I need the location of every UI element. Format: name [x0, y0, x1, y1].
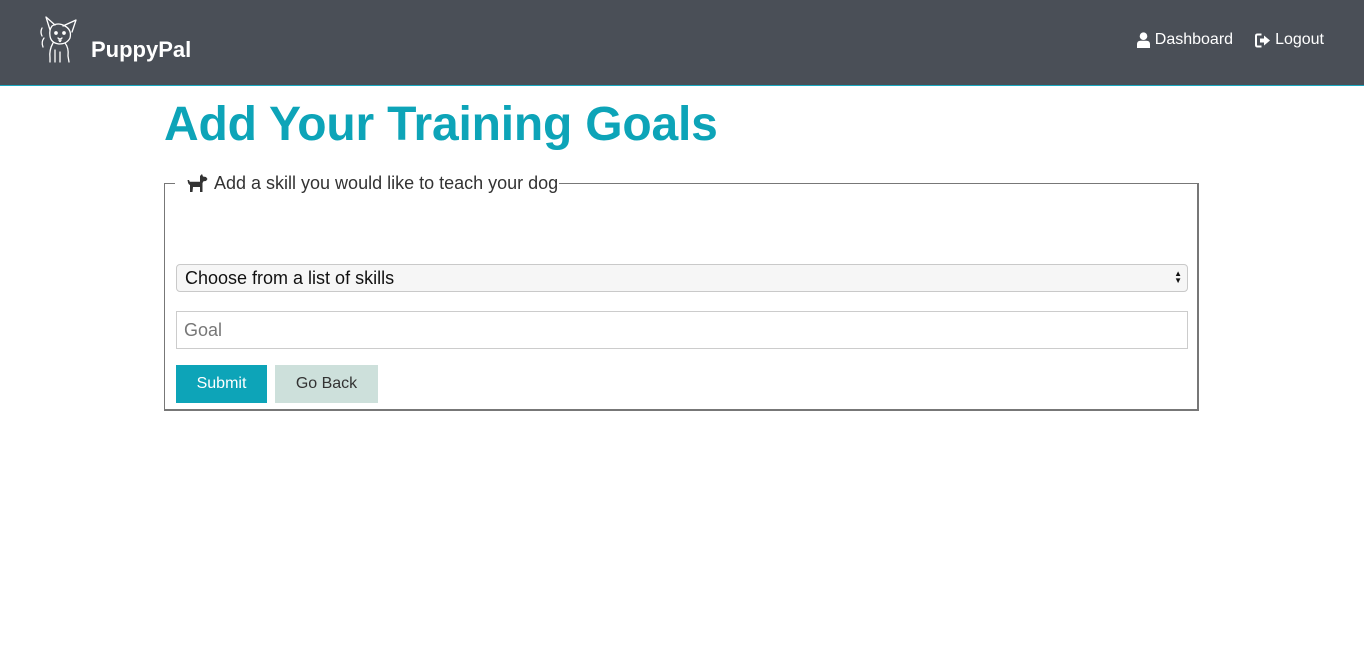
brand-home-link[interactable]: PuppyPal: [38, 14, 191, 64]
dashboard-link-label: Dashboard: [1154, 31, 1234, 48]
form-legend: Add a skill you would like to teach your…: [175, 173, 559, 193]
sign-out-icon: [1255, 33, 1271, 47]
logout-link-label: Logout: [1275, 31, 1324, 48]
chihuahua-logo-icon: [40, 16, 77, 63]
dog-icon: [187, 173, 208, 192]
skill-select-value: Choose from a list of skills: [185, 268, 395, 288]
dashboard-link[interactable]: Dashboard: [1136, 31, 1233, 49]
brand-name: PuppyPal: [91, 37, 192, 62]
form-legend-label: Add a skill you would like to teach your…: [214, 173, 559, 193]
submit-button[interactable]: Submit: [176, 365, 267, 403]
select-arrows-icon: ▲ ▼: [1174, 269, 1182, 285]
logout-link[interactable]: Logout: [1255, 31, 1324, 49]
go-back-button[interactable]: Go Back: [275, 365, 378, 403]
goal-input[interactable]: [176, 311, 1188, 349]
skill-select[interactable]: Choose from a list of skills ▲ ▼: [176, 264, 1188, 292]
add-goal-form: Add a skill you would like to teach your…: [164, 173, 1199, 411]
top-navbar: PuppyPal Dashboard Logout: [0, 0, 1364, 86]
user-icon: [1136, 32, 1150, 48]
page-title: Add Your Training Goals: [164, 98, 718, 151]
nav-links: Dashboard Logout: [1114, 31, 1324, 49]
